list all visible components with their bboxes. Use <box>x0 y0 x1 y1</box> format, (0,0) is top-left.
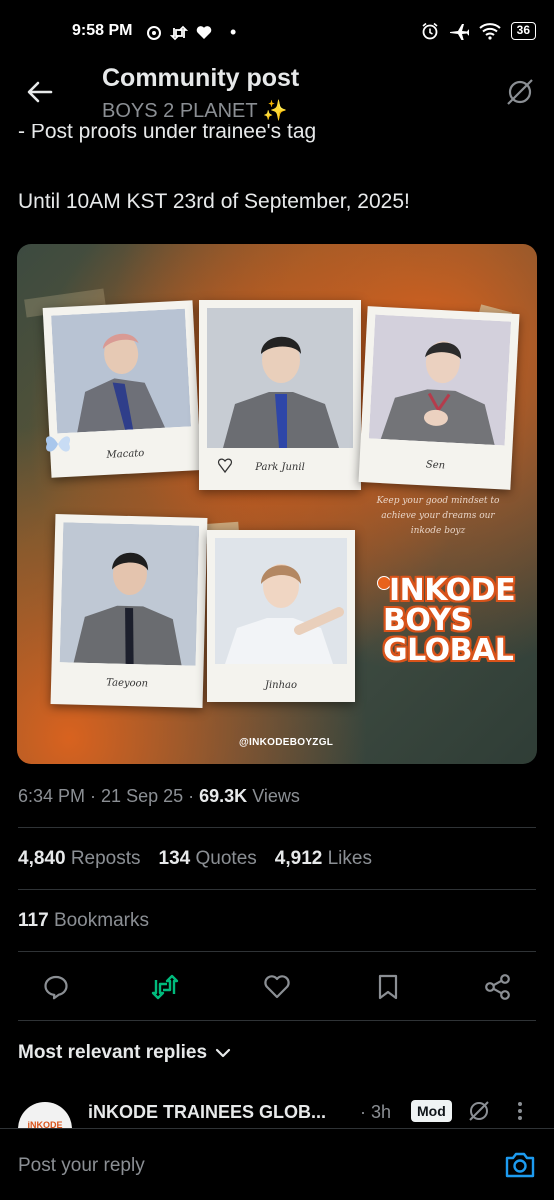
battery-icon: 36 <box>510 22 536 40</box>
polaroid-card: Park Junil <box>199 300 361 490</box>
heart-icon <box>196 26 212 39</box>
community-globe-button[interactable] <box>502 74 538 110</box>
post-text-partial: - Post proofs under trainee's tag <box>18 124 317 143</box>
image-handle: @INKODEBOYZGL <box>239 737 334 748</box>
polaroid-caption: Sen <box>425 459 446 472</box>
status-time: 9:58 PM <box>72 22 133 39</box>
post-meta: 6:34 PM · 21 Sep 25 · 69.3K Views <box>18 786 300 806</box>
divider <box>18 827 536 828</box>
reply-composer <box>0 1128 554 1200</box>
community-name[interactable]: BOYS 2 PLANET ✨ <box>102 98 288 123</box>
more-options-icon[interactable] <box>516 1100 524 1122</box>
repost-button[interactable] <box>150 972 180 1002</box>
status-bar: 9:58 PM • 36 <box>0 0 554 62</box>
trainee-photo <box>51 308 192 434</box>
share-button[interactable] <box>483 972 513 1002</box>
polaroid-caption: Taeyoon <box>106 677 149 690</box>
polaroid-card: Jinhao <box>207 530 355 702</box>
heart-outline-icon <box>264 975 290 999</box>
wifi-icon <box>478 23 501 40</box>
inkode-logo: INKODE BOYS GLOBAL <box>377 576 533 666</box>
polaroid-card: Sen <box>358 306 520 490</box>
reply-author-name[interactable]: iNKODE TRAINEES GLOB... <box>88 1102 326 1123</box>
globe-slash-icon <box>507 79 533 105</box>
reply-icon <box>44 975 68 1000</box>
quote-text: Keep your good mindset to achieve your d… <box>376 496 500 536</box>
bookmarks-stat[interactable]: 117 Bookmarks <box>18 910 149 932</box>
reply-time: · 3h <box>360 1102 392 1122</box>
trainee-photo <box>207 308 353 448</box>
reposts-stat[interactable]: 4,840 Reposts <box>18 848 141 870</box>
post-actions <box>0 966 554 1008</box>
quotes-stat[interactable]: 134 Quotes <box>159 848 257 870</box>
avatar[interactable]: iNKODE <box>18 1102 72 1128</box>
chat-icon <box>147 25 161 40</box>
chevron-down-icon <box>215 1048 231 1058</box>
bookmark-icon <box>378 974 398 1000</box>
page-title: Community post <box>102 64 300 92</box>
reply-item[interactable]: iNKODE iNKODE TRAINEES GLOB... · 3h Mod <box>0 1090 554 1128</box>
butterfly-icon <box>45 436 71 452</box>
polaroid-caption: Jinhao <box>264 680 298 691</box>
airplane-icon <box>449 24 469 40</box>
mod-badge: Mod <box>411 1100 452 1122</box>
back-button[interactable] <box>22 74 58 110</box>
header: Community post BOYS 2 PLANET ✨ <box>0 62 554 132</box>
trainee-photo <box>368 314 512 446</box>
post-image[interactable]: Macato Park Junil Sen Taeyoon Jinhao Kee… <box>17 244 537 764</box>
replies-sort-dropdown[interactable]: Most relevant replies <box>18 1042 231 1064</box>
alarm-icon <box>422 22 438 40</box>
likes-stat[interactable]: 4,912 Likes <box>275 848 372 870</box>
post-stats: 4,840 Reposts 134 Quotes 4,912 Likes <box>18 848 372 870</box>
polaroid-caption: Park Junil <box>255 462 305 473</box>
globe-slash-icon <box>469 1101 489 1121</box>
share-icon <box>485 974 510 1000</box>
trainee-photo <box>59 522 200 666</box>
divider <box>18 1020 536 1021</box>
dot-icon: • <box>230 22 237 42</box>
reply-input[interactable] <box>18 1155 458 1177</box>
divider <box>18 889 536 890</box>
repost-icon <box>170 25 188 40</box>
camera-icon[interactable] <box>504 1151 536 1179</box>
like-button[interactable] <box>262 972 292 1002</box>
repost-icon <box>151 974 179 1000</box>
post-text: Until 10AM KST 23rd of September, 2025! <box>18 190 410 213</box>
reply-button[interactable] <box>41 972 71 1002</box>
divider <box>18 951 536 952</box>
arrow-left-icon <box>27 81 53 103</box>
trainee-photo <box>215 538 347 664</box>
bookmark-button[interactable] <box>373 972 403 1002</box>
polaroid-card: Taeyoon <box>50 514 208 708</box>
